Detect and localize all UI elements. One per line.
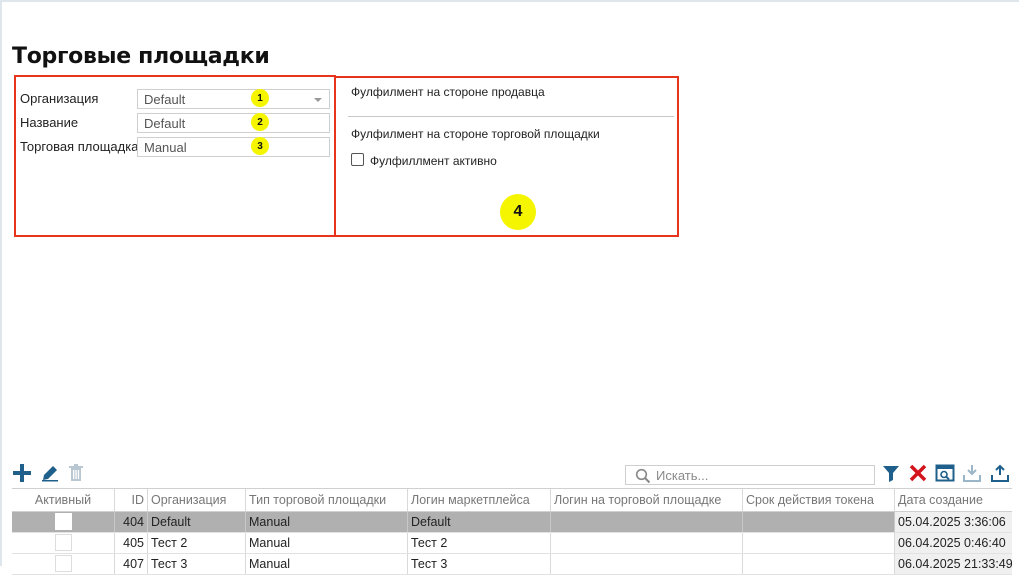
login-cell: Тест 2 [408, 533, 551, 553]
organization-cell: Тест 2 [148, 533, 246, 553]
column-header-created-date[interactable]: Дата создание [895, 489, 1012, 511]
upload-icon [991, 464, 1009, 482]
login-cell: Default [408, 512, 551, 532]
seller-fulfillment-heading: Фулфилмент на стороне продавца [351, 85, 545, 99]
id-cell: 404 [115, 512, 148, 532]
clear-filter-icon [909, 464, 927, 482]
active-checkbox[interactable] [54, 513, 72, 531]
annotation-badge-2: 2 [251, 113, 269, 131]
annotation-badge-1: 1 [251, 89, 269, 107]
search-input[interactable] [656, 466, 866, 484]
created-date-cell: 05.04.2025 3:36:06 [895, 512, 1012, 532]
active-cell[interactable] [12, 512, 115, 532]
table-row[interactable]: 404 Default Manual Default 05.04.2025 3:… [12, 512, 1012, 533]
left-border [0, 0, 2, 566]
created-date-cell: 06.04.2025 21:33:49 [895, 554, 1012, 574]
type-cell: Manual [246, 512, 408, 532]
delete-icon [69, 464, 83, 481]
column-header-token-expiry[interactable]: Срок действия токена [743, 489, 895, 511]
marketplace-fulfillment-heading: Фулфилмент на стороне торговой площадки [351, 127, 600, 141]
token-expiry-cell [743, 533, 895, 553]
add-button[interactable] [12, 463, 32, 483]
chevron-down-icon[interactable] [314, 98, 322, 102]
marketplaces-grid: Активный ID Организация Тип торговой пло… [12, 488, 1012, 575]
column-header-active[interactable]: Активный [12, 489, 115, 511]
add-icon [13, 464, 31, 482]
platform-login-cell [551, 512, 743, 532]
platform-login-cell [551, 533, 743, 553]
search-icon [635, 468, 651, 484]
filter-icon [883, 466, 899, 482]
marketplace-label: Торговая площадка [20, 139, 139, 154]
type-cell: Manual [246, 554, 408, 574]
upload-button[interactable] [990, 463, 1010, 483]
annotation-badge-4: 4 [500, 194, 536, 230]
grid-header-row: Активный ID Организация Тип торговой пло… [12, 489, 1012, 512]
filter-button[interactable] [881, 463, 901, 483]
annotation-badge-3: 3 [251, 137, 269, 155]
fulfillment-active-checkbox[interactable] [351, 153, 364, 166]
table-row[interactable]: 405 Тест 2 Manual Тест 2 06.04.2025 0:46… [12, 533, 1012, 554]
preview-button[interactable] [935, 463, 955, 483]
active-cell[interactable] [12, 533, 115, 553]
created-date-cell: 06.04.2025 0:46:40 [895, 533, 1012, 553]
download-icon [963, 465, 981, 482]
search-box[interactable] [625, 465, 875, 485]
delete-button[interactable] [66, 463, 86, 483]
column-header-marketplace-type[interactable]: Тип торговой площадки [246, 489, 408, 511]
name-value: Default [144, 116, 186, 131]
active-checkbox[interactable] [54, 555, 72, 573]
active-cell[interactable] [12, 554, 115, 574]
organization-label: Организация [20, 91, 99, 106]
column-header-id[interactable]: ID [115, 489, 148, 511]
marketplace-value: Manual [144, 140, 187, 155]
section-divider [348, 116, 674, 117]
edit-button[interactable] [40, 463, 60, 483]
edit-icon [42, 466, 58, 482]
download-button[interactable] [962, 463, 982, 483]
organization-cell: Default [148, 512, 246, 532]
organization-cell: Тест 3 [148, 554, 246, 574]
column-header-platform-login[interactable]: Логин на торговой площадке [551, 489, 743, 511]
name-field[interactable]: Default [137, 113, 330, 133]
marketplace-field[interactable]: Manual [137, 137, 330, 157]
active-checkbox[interactable] [54, 534, 72, 552]
column-header-organization[interactable]: Организация [148, 489, 246, 511]
page-title: Торговые площадки [12, 44, 270, 69]
token-expiry-cell [743, 554, 895, 574]
type-cell: Manual [246, 533, 408, 553]
platform-login-cell [551, 554, 743, 574]
name-label: Название [20, 115, 79, 130]
column-header-marketplace-login[interactable]: Логин маркетплейса [408, 489, 551, 511]
top-border [0, 0, 1019, 2]
organization-value: Default [144, 92, 186, 107]
token-expiry-cell [743, 512, 895, 532]
preview-icon [935, 464, 955, 482]
fulfillment-active-label: Фулфиллмент активно [370, 154, 497, 168]
id-cell: 405 [115, 533, 148, 553]
table-row[interactable]: 407 Тест 3 Manual Тест 3 06.04.2025 21:3… [12, 554, 1012, 575]
login-cell: Тест 3 [408, 554, 551, 574]
clear-filter-button[interactable] [908, 463, 928, 483]
id-cell: 407 [115, 554, 148, 574]
organization-dropdown[interactable]: Default [137, 89, 330, 109]
